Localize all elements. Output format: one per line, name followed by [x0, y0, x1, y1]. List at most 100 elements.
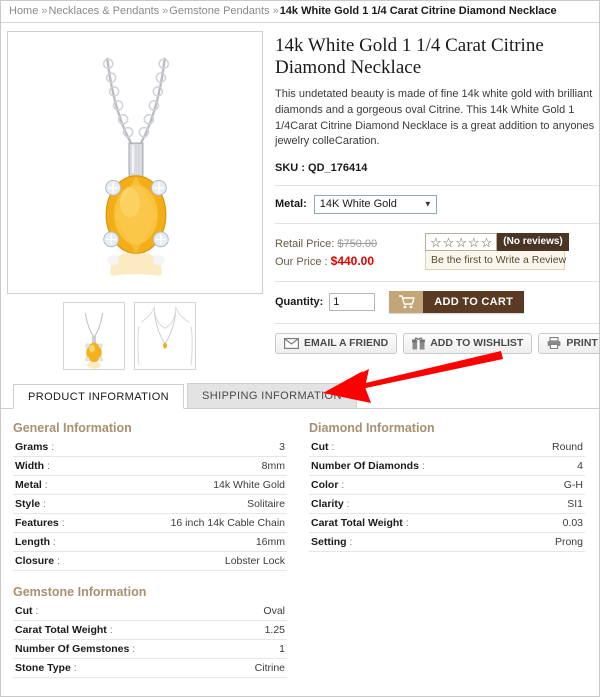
add-to-cart-label: ADD TO CART: [423, 290, 525, 313]
thumbnail-pendant-closeup[interactable]: [63, 302, 125, 370]
add-to-cart-button[interactable]: ADD TO CART: [389, 290, 525, 313]
product-page: Home» Necklaces & Pendants» Gemstone Penda…: [0, 0, 600, 697]
spec-colon: :: [346, 498, 350, 510]
spec-row: Setting : Prong: [309, 533, 585, 552]
star-rating[interactable]: ☆ ☆ ☆ ☆ ☆: [425, 232, 498, 251]
metal-selected-value: 14K White Gold: [319, 197, 397, 210]
breadcrumb-link[interactable]: Gemstone Pendants: [169, 5, 269, 17]
main-product-image[interactable]: [7, 31, 263, 294]
star-icon[interactable]: ☆: [468, 236, 480, 249]
spec-row: Closure : Lobster Lock: [13, 552, 287, 571]
price-and-reviews: Retail Price: $750.00 Our Price : $440.0…: [275, 232, 599, 271]
spec-value: 0.03: [562, 517, 583, 529]
spec-colon: :: [331, 441, 335, 453]
spec-row: Width : 8mm: [13, 457, 287, 476]
metal-label: Metal:: [275, 198, 307, 211]
spec-row: Stone Type : Citrine: [13, 659, 287, 678]
spec-colon: :: [43, 498, 46, 510]
spec-key: Style :: [15, 498, 46, 510]
tab-product-information[interactable]: PRODUCT INFORMATION: [13, 384, 185, 409]
sku-value: QD_176414: [308, 161, 368, 174]
spec-key: Number Of Gemstones :: [15, 643, 136, 655]
page-title: 14k White Gold 1 1/4 Carat Citrine Diamo…: [275, 35, 544, 78]
retail-price-value: $750.00: [337, 237, 378, 250]
spec-colon: :: [52, 536, 56, 548]
review-block: ☆ ☆ ☆ ☆ ☆ (No reviews) Be the first to Write…: [425, 232, 569, 270]
shopping-cart-icon: [389, 290, 424, 313]
spec-value: SI1: [567, 498, 583, 510]
product-description: This undetated beauty is made of fine 14…: [275, 88, 595, 148]
print-label: PRINT: [566, 337, 598, 350]
thumbnail-necklace-on-model[interactable]: [134, 302, 196, 370]
spec-colon: :: [341, 479, 345, 491]
chevron-down-icon: ▼: [423, 199, 432, 209]
our-price-label: Our Price :: [275, 255, 328, 268]
metal-select[interactable]: 14K White Gold ▼: [313, 194, 437, 214]
breadcrumb-separator: »: [41, 5, 47, 17]
spec-key: Width :: [15, 460, 50, 472]
email-a-friend-button[interactable]: EMAIL A FRIEND: [275, 332, 398, 354]
divider: [275, 222, 599, 224]
add-to-wishlist-label: ADD TO WISHLIST: [430, 337, 524, 350]
necklace-on-model-icon: [135, 303, 195, 369]
spec-key: Setting :: [311, 536, 353, 548]
quantity-input[interactable]: [329, 292, 376, 311]
spec-row: Grams : 3: [13, 438, 287, 457]
spec-value: 8mm: [261, 460, 285, 472]
write-review-link[interactable]: Be the first to Write a Review: [425, 250, 566, 270]
star-icon[interactable]: ☆: [430, 236, 442, 249]
sku-line: SKU : QD_176414: [275, 161, 599, 174]
our-price-value: $440.00: [330, 253, 375, 268]
email-a-friend-label: EMAIL A FRIEND: [304, 337, 389, 350]
spec-colon: :: [61, 517, 65, 529]
print-button[interactable]: PRINT: [538, 332, 599, 354]
spec-value: 16 inch 14k Cable Chain: [170, 517, 285, 529]
spec-group-heading: Diamond Information: [309, 421, 435, 435]
spec-row: Features : 16 inch 14k Cable Chain: [13, 514, 287, 533]
product-info-column: 14k White Gold 1 1/4 Carat Citrine Diamo…: [265, 31, 599, 370]
star-icon[interactable]: ☆: [481, 236, 493, 249]
spec-key: Cut :: [311, 441, 335, 453]
spec-key: Carat Total Weight :: [15, 624, 113, 636]
gift-icon: [412, 337, 426, 350]
retail-price-line: Retail Price: $750.00: [275, 237, 425, 253]
spec-value: Prong: [554, 536, 583, 548]
spec-key: Cut :: [15, 605, 39, 617]
spec-key: Stone Type :: [15, 662, 77, 674]
spec-row: Cut : Oval: [13, 602, 287, 621]
secondary-actions: EMAIL A FRIEND ADD TO WISHLIST PRINT: [275, 332, 599, 354]
envelope-icon: [284, 337, 299, 349]
spec-row: Length : 16mm: [13, 533, 287, 552]
breadcrumb: Home» Necklaces & Pendants» Gemstone Penda…: [1, 1, 599, 23]
spec-row: Number Of Gemstones : 1: [13, 640, 287, 659]
spec-colon: :: [44, 479, 48, 491]
spec-key: Closure :: [15, 555, 60, 567]
spec-value: 14k White Gold: [213, 479, 285, 491]
pendant-closeup-icon: [64, 303, 124, 369]
add-to-wishlist-button[interactable]: ADD TO WISHLIST: [403, 332, 533, 354]
printer-icon: [547, 337, 561, 350]
purchase-row: Quantity: ADD TO CART: [275, 290, 599, 313]
breadcrumb-current: 14k White Gold 1 1/4 Carat Citrine Diamo…: [279, 5, 557, 17]
spec-key: Features :: [15, 517, 65, 529]
product-top-section: 14k White Gold 1 1/4 Carat Citrine Diamo…: [1, 23, 599, 370]
tab-shipping-information[interactable]: SHIPPING INFORMATION: [187, 383, 357, 408]
spec-row: Clarity : SI1: [309, 495, 585, 514]
spec-value: 1: [279, 643, 285, 655]
spec-key: Metal :: [15, 479, 48, 491]
sku-label: SKU :: [275, 161, 305, 174]
spec-row: Metal : 14k White Gold: [13, 476, 287, 495]
our-price-line: Our Price : $440.00: [275, 253, 425, 271]
star-icon[interactable]: ☆: [443, 236, 455, 249]
spec-key: Grams :: [15, 441, 55, 453]
spec-colon: :: [51, 441, 55, 453]
breadcrumb-link[interactable]: Necklaces & Pendants: [48, 5, 159, 17]
star-icon[interactable]: ☆: [455, 236, 467, 249]
spec-key: Number Of Diamonds :: [311, 460, 425, 472]
breadcrumb-separator: »: [162, 5, 168, 17]
tab-bar: PRODUCT INFORMATION SHIPPING INFORMATION: [1, 351, 599, 409]
breadcrumb-link[interactable]: Home: [9, 5, 38, 17]
spec-colon: :: [405, 517, 409, 529]
spec-key: Length :: [15, 536, 56, 548]
spec-row: Cut : Round: [309, 438, 585, 457]
